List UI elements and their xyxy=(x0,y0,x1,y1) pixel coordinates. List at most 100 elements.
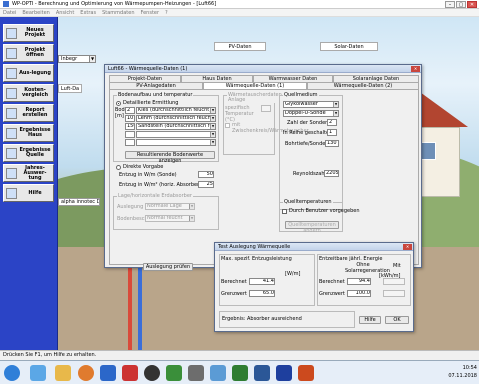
design-test-dialog: Test Auslegung Wärmequelle ✕ Max. spezif.… xyxy=(214,242,414,332)
solar-data-label[interactable]: Solar-Daten xyxy=(320,42,378,51)
app-icon[interactable] xyxy=(144,365,160,381)
sidebar-help-button[interactable]: Hilfe xyxy=(3,184,54,202)
layer-depth-field[interactable]: 150 xyxy=(125,123,135,130)
design-icon xyxy=(6,67,17,79)
sidebar-report-button[interactable]: Report erstellen xyxy=(3,104,54,122)
boden-select[interactable]: Normal feucht ▼ xyxy=(145,215,195,222)
chevron-down-icon: ▼ xyxy=(333,111,338,116)
probe-count-field[interactable]: 2 xyxy=(327,119,337,126)
unit-w-label: [W/m] xyxy=(285,271,301,277)
heat-pump-selector[interactable]: alpha innotec DAC xyxy=(58,198,100,206)
menu-datei[interactable]: Datei xyxy=(3,10,16,16)
menu-bearbeiten[interactable]: Bearbeiten xyxy=(22,10,49,16)
app-icon[interactable] xyxy=(122,365,138,381)
sidebar-cost-compare-button[interactable]: Kosten-vergleich xyxy=(3,84,54,102)
horizontal-absorber-group: Lage/horizontale Erdabsorber xyxy=(113,194,219,230)
sidebar-open-project-button[interactable]: Projekt öffnen xyxy=(3,44,54,62)
layer-type-select[interactable]: ▼ xyxy=(136,139,216,146)
tab-pv-anlagedaten[interactable]: PV-Anlagedaten xyxy=(109,82,203,89)
wp-opti-icon[interactable] xyxy=(276,365,292,381)
tab-warmwasser-daten[interactable]: Warmwasser Daten xyxy=(253,75,333,82)
entzug-sonde-label: Entzug in W/m (Sonde) xyxy=(119,172,177,178)
direct-radio[interactable] xyxy=(116,165,121,170)
medium-select[interactable]: Glykolwasser ▼ xyxy=(283,101,339,108)
layer-type-select[interactable]: Lehm (durchschnittlich feucht)_(Bk)▼ xyxy=(136,115,216,122)
tab-waermequelle-2[interactable]: Wärmequelle-Daten (2) xyxy=(307,82,419,89)
minimize-button[interactable]: – xyxy=(445,1,455,8)
user-temp-checkbox[interactable] xyxy=(282,209,287,214)
show-soil-values-button[interactable]: Resultierende Bodenwerte anzeigen xyxy=(125,151,215,164)
lage-select[interactable]: Normale Lage ▼ xyxy=(145,203,195,210)
start-button-icon[interactable] xyxy=(4,365,20,381)
menu-help[interactable]: ? xyxy=(165,10,168,16)
sidebar-source-results-button[interactable]: Ergebnisse Quelle xyxy=(3,144,54,162)
layer-depth-field[interactable] xyxy=(125,139,135,146)
sidebar-year-evaluation-button[interactable]: Jahres-Auswer-tung xyxy=(3,164,54,182)
sidebar-design-button[interactable]: Aus-legung xyxy=(3,64,54,82)
menu-extras[interactable]: Extras xyxy=(80,10,96,16)
sidebar-new-project-button[interactable]: Neues Projekt xyxy=(3,24,54,42)
app-icon[interactable] xyxy=(188,365,204,381)
app-icon[interactable] xyxy=(298,365,314,381)
project-combo[interactable]: Inbegr ▼ xyxy=(58,55,96,63)
cost-compare-icon xyxy=(6,87,17,99)
probe-pipe xyxy=(138,262,142,350)
change-source-temp-button[interactable]: Quelltemperaturen ändern xyxy=(285,221,339,234)
dialog-caption: Test Auslegung Wärmequelle ✕ xyxy=(215,243,413,251)
report-icon xyxy=(6,107,17,119)
probe-type-select[interactable]: Doppel-U-Sonde ▼ xyxy=(283,110,339,117)
calculated-value: 41.4 xyxy=(249,278,275,285)
detail-radio[interactable] xyxy=(116,101,121,106)
menu-fenster[interactable]: Fenster xyxy=(141,10,160,16)
spez-temp-field[interactable] xyxy=(261,105,271,112)
new-project-icon xyxy=(6,27,17,39)
layer-type-select[interactable]: Kies (durchschnittlich feucht)_(Bk) ▼ xyxy=(136,107,216,114)
ok-button[interactable]: OK xyxy=(385,316,409,324)
menu-ansicht[interactable]: Ansicht xyxy=(56,10,74,16)
app-icon xyxy=(3,1,9,7)
tab-solaranlage-daten[interactable]: Solaranlage Daten xyxy=(333,75,419,82)
sidebar: Neues Projekt Projekt öffnen Aus-legung … xyxy=(0,17,58,350)
excel-icon[interactable] xyxy=(232,365,248,381)
check-design-button[interactable]: Auslegung prüfen xyxy=(143,263,193,271)
layer-type-select[interactable]: ▼ xyxy=(136,131,216,138)
menu-stammdaten[interactable]: Stammdaten xyxy=(102,10,134,16)
tab-haus-daten[interactable]: Haus Daten xyxy=(181,75,253,82)
layer-depth-field[interactable] xyxy=(125,131,135,138)
layer-type-select[interactable]: Sandstein (durchschnittlich feucht)_(Bk)… xyxy=(136,123,216,130)
close-icon[interactable]: ✕ xyxy=(403,244,412,250)
series-field[interactable]: 1 xyxy=(327,129,337,136)
house-results-icon xyxy=(6,127,17,139)
entzug-sonde-field[interactable]: 50 xyxy=(198,171,214,178)
maximize-button[interactable]: ▢ xyxy=(456,1,466,8)
sidebar-house-results-button[interactable]: Ergebnisse Haus xyxy=(3,124,54,142)
folder-icon[interactable] xyxy=(55,365,71,381)
app-icon[interactable] xyxy=(100,365,116,381)
app-icon[interactable] xyxy=(166,365,182,381)
probe-pipe xyxy=(128,262,132,350)
lage-label: Auslegung xyxy=(117,204,144,210)
help-button[interactable]: Hilfe xyxy=(359,316,381,324)
r-calculated-with-value xyxy=(383,278,405,285)
luft-data-label[interactable]: Luft-Da xyxy=(58,84,82,93)
intermediate-circuit-label: mit Zwischenkreis/Wärmetauscher xyxy=(232,122,309,134)
firefox-icon[interactable] xyxy=(78,365,94,381)
layer-depth-field[interactable]: 10 xyxy=(125,115,135,122)
bore-depth-field[interactable]: 130 xyxy=(325,140,339,147)
system-tray: 10:54 07.11.2018 xyxy=(448,364,477,380)
close-icon[interactable]: ✕ xyxy=(411,66,420,72)
tab-projekt-daten[interactable]: Projekt-Daten xyxy=(109,75,181,82)
layer-depth-field[interactable]: 2 xyxy=(125,107,135,114)
heat-source-dialog: Luft66 - Wärmequelle-Daten (1) ✕ Projekt-… xyxy=(104,64,422,271)
pv-data-label[interactable]: PV-Daten xyxy=(214,42,266,51)
entzug-horiz-field[interactable]: 25 xyxy=(198,181,214,188)
ie-icon[interactable] xyxy=(30,365,46,381)
intermediate-circuit-checkbox[interactable] xyxy=(225,123,230,128)
r-calculated-label: Berechnet xyxy=(319,279,345,285)
word-icon[interactable] xyxy=(254,365,270,381)
close-button[interactable]: ✕ xyxy=(467,1,477,8)
taskbar: 10:54 07.11.2018 xyxy=(0,360,479,384)
app-icon[interactable] xyxy=(210,365,226,381)
tab-waermequelle-1[interactable]: Wärmequelle-Daten (1) xyxy=(203,82,307,89)
probe-count-label: Zahl der Sonden xyxy=(287,120,329,126)
